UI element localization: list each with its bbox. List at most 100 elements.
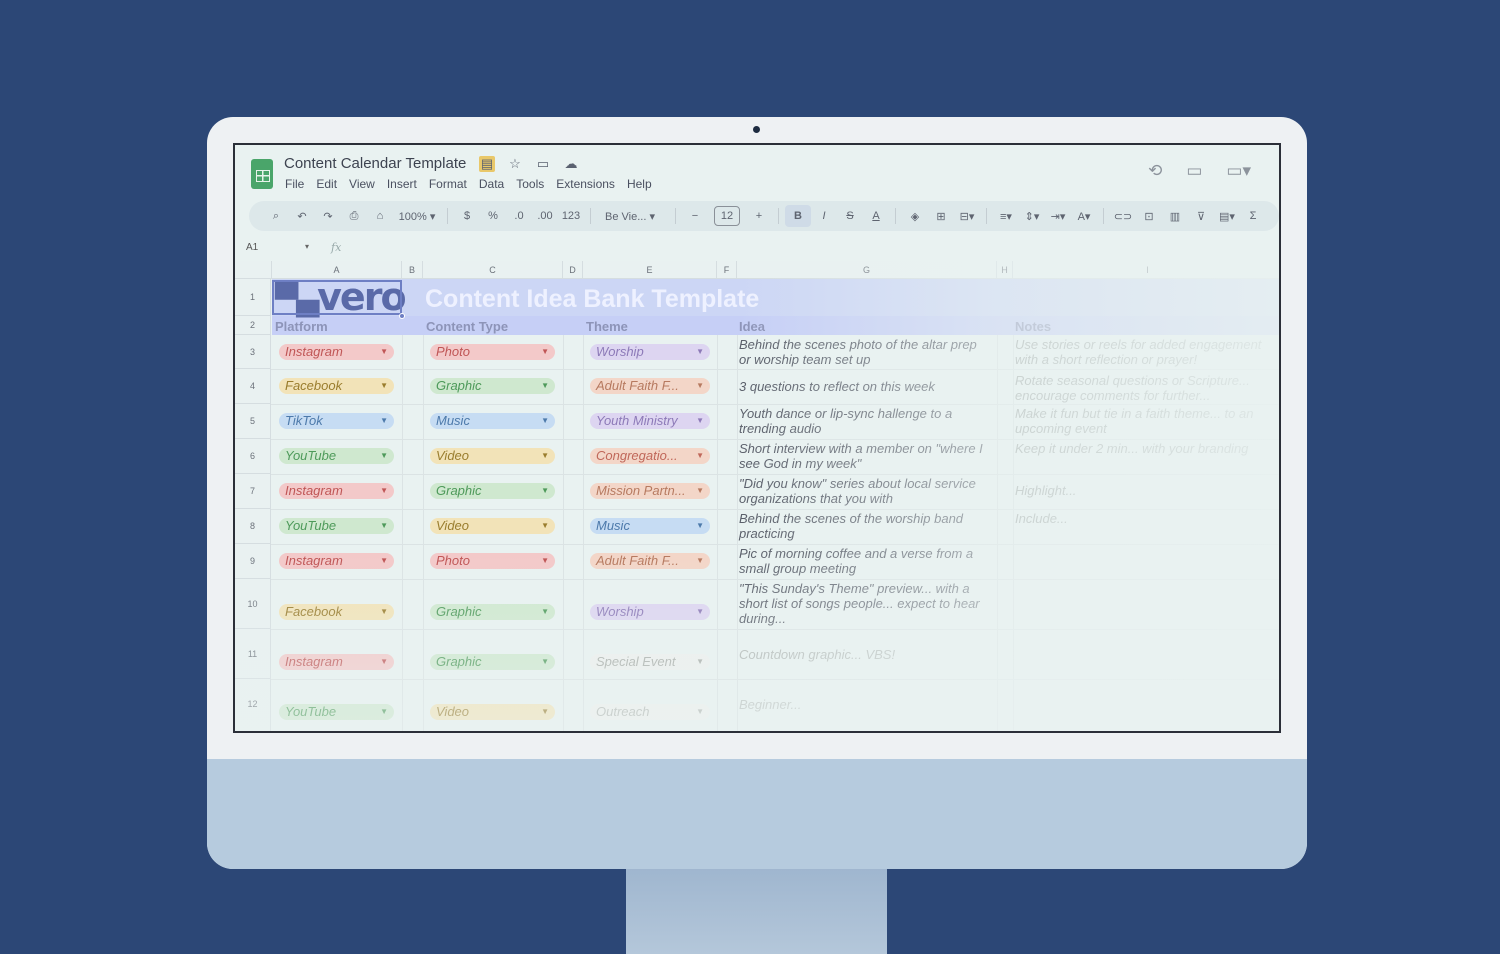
name-box[interactable]: A1 [246, 242, 258, 253]
undo-icon[interactable]: ↶ [289, 210, 315, 223]
notes-cell[interactable]: Highlight... [1015, 483, 1279, 498]
notes-cell[interactable]: Rotate seasonal questions or Scripture..… [1015, 373, 1279, 405]
menu-data[interactable]: Data [479, 177, 504, 191]
italic-button[interactable]: I [811, 210, 837, 222]
theme-dropdown[interactable]: Special Event ▼ [590, 654, 710, 670]
strikethrough-icon[interactable]: S [837, 210, 863, 222]
theme-dropdown[interactable]: Music ▼ [590, 518, 710, 534]
idea-cell[interactable]: Youth dance or lip-sync hallenge to a tr… [739, 406, 991, 436]
merge-cells-icon[interactable]: ⊟▾ [954, 210, 980, 223]
insert-chart-icon[interactable]: ▥ [1162, 210, 1188, 223]
idea-cell[interactable]: 3 questions to reflect on this week [739, 379, 991, 394]
row-header[interactable]: 5 [235, 404, 271, 439]
platform-dropdown[interactable]: YouTube ▼ [279, 704, 394, 720]
zoom-select[interactable]: 100% ▾ [393, 210, 441, 223]
theme-dropdown[interactable]: Youth Ministry ▼ [590, 413, 710, 429]
column-header[interactable]: F [717, 261, 737, 279]
row-header[interactable]: 3 [235, 335, 271, 369]
font-size-input[interactable]: 12 [714, 206, 740, 226]
fill-color-icon[interactable]: ◈ [902, 210, 928, 223]
theme-dropdown[interactable]: Mission Partn... ▼ [590, 483, 710, 499]
font-select[interactable]: Be Vie... ▾ [597, 210, 669, 223]
percent-button[interactable]: % [480, 210, 506, 222]
idea-cell[interactable]: Beginner... [739, 697, 991, 712]
menu-file[interactable]: File [285, 177, 304, 191]
filter-views-icon[interactable]: ▤▾ [1214, 210, 1240, 223]
comments-icon[interactable]: ▭ [1186, 161, 1202, 181]
platform-dropdown[interactable]: YouTube ▼ [279, 518, 394, 534]
column-header[interactable]: E [583, 261, 717, 279]
content-type-dropdown[interactable]: Video ▼ [430, 704, 555, 720]
row-header[interactable]: 9 [235, 544, 271, 579]
content-type-dropdown[interactable]: Graphic ▼ [430, 654, 555, 670]
horizontal-align-icon[interactable]: ≡▾ [993, 210, 1019, 223]
theme-dropdown[interactable]: Worship ▼ [590, 604, 710, 620]
platform-dropdown[interactable]: Instagram ▼ [279, 654, 394, 670]
content-type-dropdown[interactable]: Graphic ▼ [430, 604, 555, 620]
borders-icon[interactable]: ⊞ [928, 210, 954, 223]
select-all-corner[interactable] [235, 261, 272, 279]
sheets-logo-icon[interactable] [251, 159, 273, 189]
menu-insert[interactable]: Insert [387, 177, 417, 191]
notes-cell[interactable]: Use stories or reels for added engagemen… [1015, 337, 1279, 369]
row-header[interactable]: 12 [235, 679, 271, 731]
move-folder-icon[interactable]: ▭ [535, 156, 551, 172]
decrease-decimal-button[interactable]: .0 [506, 210, 532, 222]
row-header[interactable]: 11 [235, 629, 271, 679]
platform-dropdown[interactable]: Instagram ▼ [279, 483, 394, 499]
text-rotation-icon[interactable]: A▾ [1071, 210, 1097, 223]
menu-edit[interactable]: Edit [316, 177, 337, 191]
row-header[interactable]: 7 [235, 474, 271, 509]
content-type-dropdown[interactable]: Video ▼ [430, 448, 555, 464]
theme-dropdown[interactable]: Worship ▼ [590, 344, 710, 360]
notes-cell[interactable]: Make it fun but tie in a faith theme... … [1015, 406, 1279, 438]
row-header[interactable]: 8 [235, 509, 271, 544]
theme-dropdown[interactable]: Outreach ▼ [590, 704, 710, 720]
increase-font-size-icon[interactable]: + [746, 210, 772, 222]
filter-icon[interactable]: ⊽ [1188, 210, 1214, 223]
content-type-dropdown[interactable]: Photo ▼ [430, 553, 555, 569]
theme-dropdown[interactable]: Adult Faith F... ▼ [590, 378, 710, 394]
idea-cell[interactable]: Short interview with a member on "where … [739, 441, 991, 471]
row-header[interactable]: 1 [235, 279, 271, 316]
theme-dropdown[interactable]: Congregatio... ▼ [590, 448, 710, 464]
print-icon[interactable]: ⎙ [341, 210, 367, 223]
idea-cell[interactable]: Countdown graphic... VBS! [739, 647, 991, 662]
column-header[interactable]: H [997, 261, 1013, 279]
text-wrapping-icon[interactable]: ⇥▾ [1045, 210, 1071, 223]
content-type-dropdown[interactable]: Video ▼ [430, 518, 555, 534]
idea-cell[interactable]: Pic of morning coffee and a verse from a… [739, 546, 991, 576]
template-icon[interactable]: ▤ [479, 156, 495, 172]
vertical-align-icon[interactable]: ⇕▾ [1019, 210, 1045, 223]
document-title[interactable]: Content Calendar Template [284, 155, 466, 172]
redo-icon[interactable]: ↷ [315, 210, 341, 223]
number-format-button[interactable]: 123 [558, 210, 584, 222]
star-icon[interactable]: ☆ [507, 156, 523, 172]
notes-cell[interactable]: Keep it under 2 min... with your brandin… [1015, 441, 1279, 473]
spreadsheet-grid[interactable]: A B C D E F G H I 1 2 3 4 5 6 7 8 9 10 1… [235, 261, 1279, 731]
column-header[interactable]: B [402, 261, 423, 279]
insert-comment-icon[interactable]: ⊡ [1136, 210, 1162, 223]
theme-dropdown[interactable]: Adult Faith F... ▼ [590, 553, 710, 569]
chevron-down-icon[interactable]: ▾ [305, 242, 309, 251]
meet-icon[interactable]: ▭▾ [1226, 161, 1251, 181]
row-header[interactable]: 4 [235, 369, 271, 404]
menu-help[interactable]: Help [627, 177, 652, 191]
decrease-font-size-icon[interactable]: − [682, 210, 708, 222]
text-color-icon[interactable]: A [863, 210, 889, 222]
menu-view[interactable]: View [349, 177, 375, 191]
currency-button[interactable]: $ [454, 210, 480, 222]
platform-dropdown[interactable]: Instagram ▼ [279, 553, 394, 569]
search-icon[interactable]: ⌕ [263, 210, 289, 223]
insert-link-icon[interactable]: ⊂⊃ [1110, 210, 1136, 223]
menu-tools[interactable]: Tools [516, 177, 544, 191]
platform-dropdown[interactable]: Facebook ▼ [279, 604, 394, 620]
menu-format[interactable]: Format [429, 177, 467, 191]
row-header[interactable]: 2 [235, 316, 271, 335]
paint-format-icon[interactable]: ⌂ [367, 210, 393, 222]
fill-handle[interactable] [399, 313, 405, 319]
bold-button[interactable]: B [785, 205, 811, 227]
cloud-status-icon[interactable]: ☁ [563, 156, 579, 172]
content-type-dropdown[interactable]: Graphic ▼ [430, 378, 555, 394]
content-type-dropdown[interactable]: Photo ▼ [430, 344, 555, 360]
